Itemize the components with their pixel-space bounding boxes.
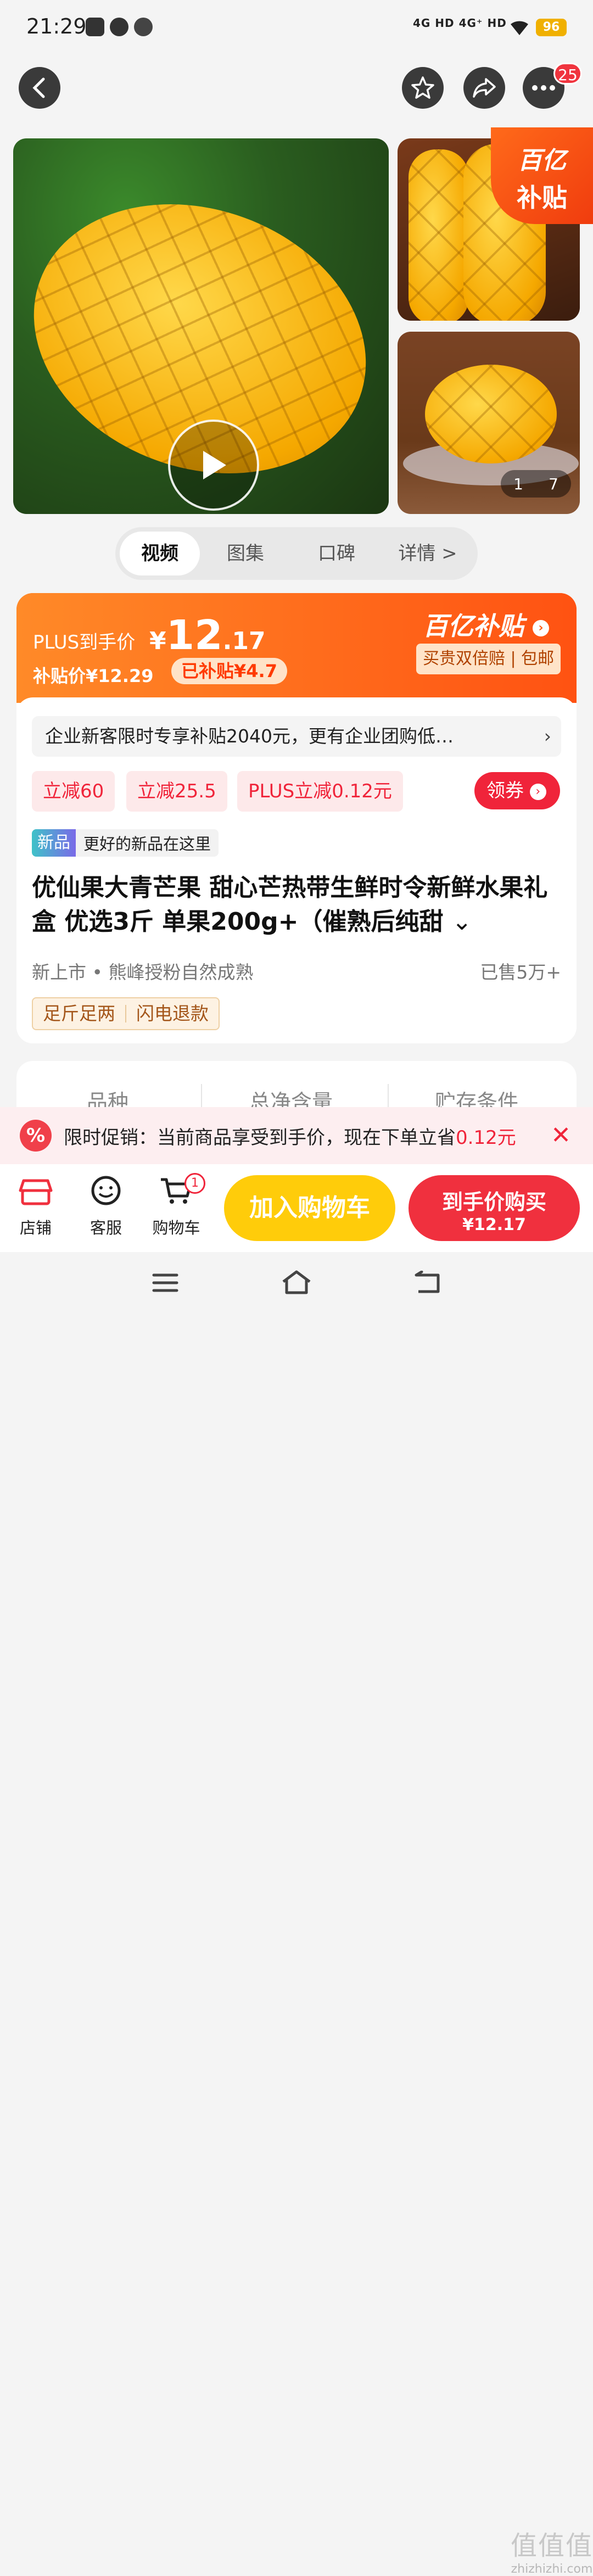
promo-banner-saving: 0.12元: [456, 1126, 516, 1149]
home-icon[interactable]: [280, 1269, 313, 1296]
price-guarantee: 买贵双倍赔 | 包邮: [416, 644, 561, 674]
product-info: 企业新客限时专享补贴2040元，更有企业团购低… › 立减60 立减25.5 P…: [16, 697, 577, 1043]
status-bar: 21:29 4G HD 4G⁺ HD 96: [0, 0, 593, 55]
gallery-total: 7: [549, 474, 558, 493]
battery-indicator: 96: [536, 19, 567, 36]
media-tabs: 视频 图集 口碑 详情 >: [115, 527, 478, 580]
buy-now-button[interactable]: 到手价购买 ¥12.17: [409, 1175, 580, 1241]
billion-subsidy-badge[interactable]: 百亿补贴 ›: [423, 606, 550, 642]
tab-gallery[interactable]: 图集: [200, 532, 291, 575]
price-decimal: .17: [222, 627, 266, 655]
back-button[interactable]: [19, 67, 60, 109]
tab-details[interactable]: 详情 >: [382, 532, 473, 575]
subsidy-price: 补贴价¥12.29: [33, 666, 154, 686]
price-header: PLUS到手价 ¥12.17 补贴价¥12.29 已补贴¥4.7 百亿补贴 › …: [16, 593, 577, 703]
share-button[interactable]: [463, 67, 505, 109]
buy-now-label: 到手价购买: [441, 1190, 546, 1214]
service-label: 客服: [89, 1219, 122, 1237]
wechat-notification-icon: [134, 18, 153, 36]
promo-banner-message: 限时促销：当前商品享受到手价，现在下单立省: [64, 1126, 456, 1149]
plus-price-label: PLUS到手价: [33, 632, 136, 653]
coupon-plus-discount[interactable]: PLUS立减0.12元: [237, 771, 403, 812]
menu-icon[interactable]: [152, 1272, 179, 1294]
favorite-button[interactable]: [402, 67, 444, 109]
subsidy-corner-badge: 百亿 补贴: [491, 127, 593, 224]
play-button[interactable]: [168, 420, 259, 511]
service-guarantee-tags[interactable]: 足斤足两 闪电退款: [32, 997, 220, 1030]
chat-notification-icon: [110, 18, 128, 36]
share-icon: [473, 78, 496, 98]
get-coupon-button[interactable]: 领券 ›: [474, 772, 560, 809]
shop-icon: [19, 1179, 53, 1205]
service-icon: [91, 1176, 121, 1205]
gallery-index: 1: [513, 474, 523, 493]
subsidy-corner-line1: 百亿: [518, 147, 566, 175]
expand-chevron-icon[interactable]: ⌄: [452, 908, 472, 936]
close-icon[interactable]: ✕: [551, 1121, 571, 1149]
mango-image: [409, 149, 469, 321]
sold-count: 已售5万+: [480, 962, 561, 983]
watermark: 值值值 zhizhizhi.com: [511, 2524, 593, 2576]
product-video-thumbnail[interactable]: [13, 138, 389, 514]
currency-symbol: ¥: [149, 627, 166, 655]
chevron-left-icon: [32, 77, 45, 98]
add-to-cart-button[interactable]: 加入购物车: [224, 1175, 395, 1241]
more-dots-icon: [532, 85, 555, 91]
cart-count-badge: 1: [184, 1173, 205, 1194]
fast-refund-tag: 闪电退款: [136, 1003, 209, 1024]
new-badge: 新品: [32, 829, 76, 857]
wifi-icon: [511, 21, 528, 35]
new-product-text: 更好的新品在这里: [83, 835, 211, 853]
customer-service-button[interactable]: 客服: [76, 1174, 136, 1238]
plus-price: ¥12.17: [149, 612, 266, 659]
product-meta: 新上市 • 熊峰授粉自然成熟: [32, 962, 254, 983]
coupon-discount-60[interactable]: 立减60: [32, 771, 115, 812]
message-count-badge: 25: [553, 63, 582, 85]
billion-subsidy-text: 百亿补贴: [423, 611, 524, 641]
app-notification-icon: [86, 18, 104, 36]
star-icon: [411, 76, 434, 99]
shop-label: 店铺: [19, 1219, 52, 1237]
watermark-url: zhizhizhi.com: [511, 2562, 593, 2576]
enterprise-promo-text: 企业新客限时专享补贴2040元，更有企业团购低…: [45, 725, 454, 747]
clock: 21:29: [26, 14, 87, 38]
play-icon: [203, 451, 226, 479]
full-weight-tag: 足斤足两: [43, 1003, 115, 1024]
discount-icon: %: [20, 1120, 52, 1152]
subsidized-amount: 已补贴¥4.7: [171, 658, 287, 684]
tab-reviews[interactable]: 口碑: [291, 532, 382, 575]
coupon-discount-25-5[interactable]: 立减25.5: [126, 771, 227, 812]
chevron-right-icon: ›: [544, 725, 551, 747]
system-nav-bar: 值值值 zhizhizhi.com: [0, 1252, 593, 2576]
price-integer: 12: [166, 612, 223, 659]
product-title: 优仙果大青芒果 甜心芒热带生鲜时令新鲜水果礼盒 优选3斤 单果200g+（催熟后…: [32, 871, 561, 939]
subsidy-corner-line2: 补贴: [517, 183, 567, 213]
limited-promo-banner: % 限时促销：当前商品享受到手价，现在下单立省0.12元 ✕: [0, 1107, 593, 1164]
buy-now-price: ¥12.17: [462, 1215, 526, 1234]
back-nav-icon[interactable]: [413, 1271, 444, 1295]
signal-indicator: 4G HD 4G⁺ HD: [413, 16, 507, 30]
watermark-logo: 值值值: [511, 2530, 593, 2561]
mango-image: [425, 365, 557, 463]
bottom-action-bar: 店铺 客服 购物车 1 加入购物车 到手价购买 ¥12.17: [0, 1164, 593, 1252]
promo-banner-text: 限时促销：当前商品享受到手价，现在下单立省0.12元: [64, 1122, 516, 1149]
tab-video[interactable]: 视频: [120, 532, 200, 575]
enterprise-promo-bar[interactable]: 企业新客限时专享补贴2040元，更有企业团购低… ›: [32, 716, 561, 757]
chevron-right-circle-icon: ›: [529, 783, 546, 800]
cart-label: 购物车: [152, 1219, 200, 1237]
chevron-right-circle-icon: ›: [533, 619, 550, 636]
shop-button[interactable]: 店铺: [5, 1174, 66, 1238]
gallery-counter: 1 7: [501, 470, 571, 498]
new-product-tag[interactable]: 新品 更好的新品在这里: [32, 829, 219, 857]
price-card: PLUS到手价 ¥12.17 补贴价¥12.29 已补贴¥4.7 百亿补贴 › …: [16, 593, 577, 1043]
get-coupon-label: 领券: [486, 780, 524, 802]
